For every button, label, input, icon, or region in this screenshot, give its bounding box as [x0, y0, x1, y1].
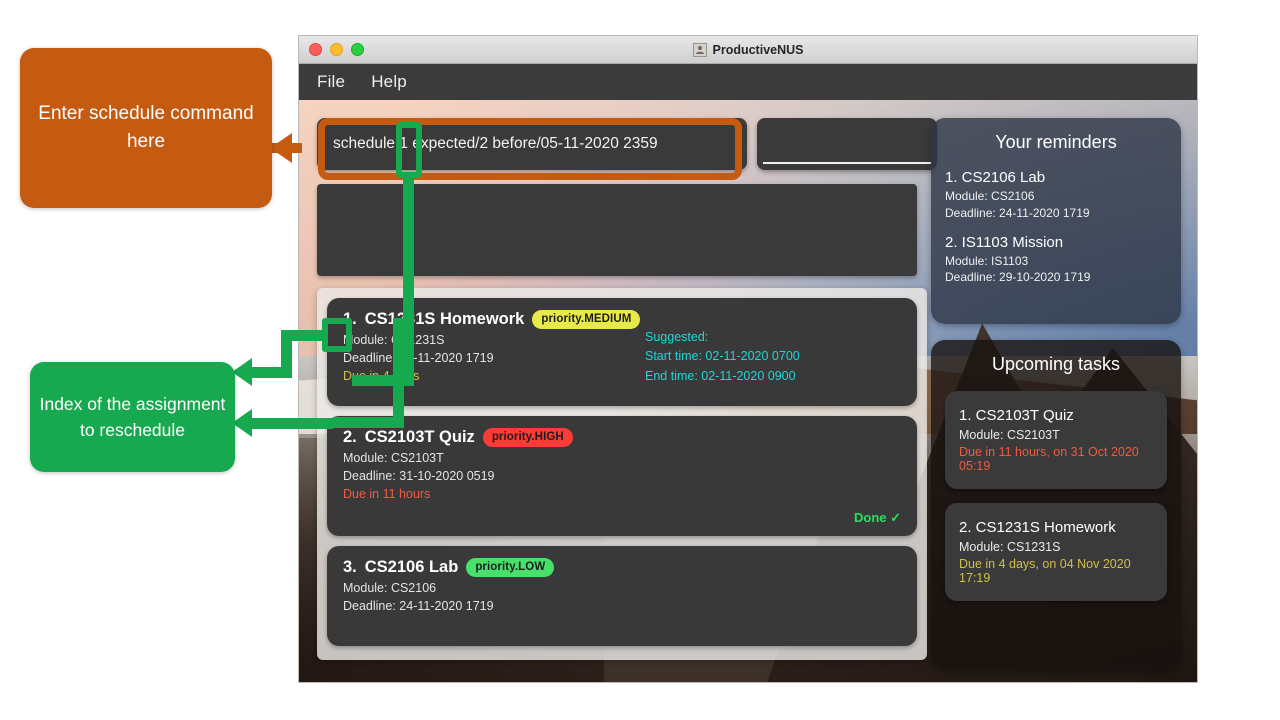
upcoming-task-module: Module: CS1231S [959, 540, 1061, 554]
priority-badge: priority.MEDIUM [532, 310, 641, 330]
window-title-bar: ProductiveNUS [299, 36, 1197, 64]
window-controls [309, 43, 364, 56]
green-connector-vertical [403, 178, 414, 386]
priority-badge: priority.HIGH [482, 428, 573, 448]
user-icon [692, 42, 707, 57]
suggested-end-time: End time: 02-11-2020 0900 [645, 368, 796, 383]
assignment-due: Due in 4 days [343, 369, 901, 383]
upcoming-tasks-title: Upcoming tasks [991, 354, 1121, 374]
reminder-item: 2. IS1103 Mission Module: IS1103 Deadlin… [945, 234, 1167, 287]
assignment-header: 3. CS2106 Lab priority.LOW [343, 558, 901, 578]
reminder-module: Module: IS1103 [945, 253, 1029, 268]
upcoming-task-title: 1. CS2103T Quiz [959, 407, 1074, 424]
green-connector-card-bottom [333, 417, 404, 428]
application-body: schedule 1 expected/2 before/05-11-2020 … [299, 100, 1197, 682]
maximize-button[interactable] [351, 43, 364, 56]
reminder-title: 2. IS1103 Mission [945, 233, 1064, 251]
assignment-title: CS2103T Quiz [364, 428, 475, 447]
suggested-header: Suggested: [645, 330, 709, 344]
assignment-module: Module: CS2106 [343, 581, 437, 596]
callout-index-explanation: Index of the assignment to reschedule [30, 362, 235, 472]
assignment-index: 2. [343, 428, 357, 447]
assignment-title: CS1231S Homework [364, 310, 525, 329]
assignment-module: Module: CS1231S [343, 333, 445, 348]
suggested-start-time: Start time: 02-11-2020 0700 [645, 349, 800, 364]
upcoming-task-due: Due in 11 hours, on 31 Oct 2020 05:19 [959, 445, 1139, 473]
green-arrow-head-upper [232, 358, 252, 386]
side-column: Your reminders 1. CS2106 Lab Module: CS2… [931, 118, 1181, 670]
callout-enter-command: Enter schedule command here [20, 48, 272, 208]
command-index-highlight [396, 122, 422, 178]
upcoming-tasks-panel: Upcoming tasks 1. CS2103T Quiz Module: C… [931, 340, 1181, 670]
upcoming-task-title: 2. CS1231S Homework [959, 519, 1116, 536]
assignment-due: Due in 11 hours [343, 487, 431, 502]
minimize-button[interactable] [330, 43, 343, 56]
assignment-card[interactable]: 2. CS2103T Quiz priority.HIGH Module: CS… [327, 416, 917, 536]
screenshot-stage: ProductiveNUS File Help schedule 1 expec… [0, 0, 1280, 720]
upcoming-task-card[interactable]: 2. CS1231S Homework Module: CS1231S Due … [945, 503, 1167, 601]
assignment-card[interactable]: 3. CS2106 Lab priority.LOW Module: CS210… [327, 546, 917, 646]
suggested-time-block: Suggested: Start time: 02-11-2020 0700 E… [645, 328, 800, 386]
orange-arrow-head [270, 133, 292, 163]
upcoming-task-card[interactable]: 1. CS2103T Quiz Module: CS2103T Due in 1… [945, 391, 1167, 489]
done-status-badge: Done ✓ [853, 510, 901, 525]
command-box-highlight [318, 118, 742, 180]
assignment-header: 1. CS1231S Homework priority.MEDIUM [343, 310, 901, 330]
assignment-deadline: Deadline: 31-10-2020 0519 [343, 469, 495, 484]
green-connector-card-right [393, 318, 404, 428]
assignment-header: 2. CS2103T Quiz priority.HIGH [343, 428, 901, 448]
reminder-deadline: Deadline: 24-11-2020 1719 [945, 205, 1090, 220]
upcoming-task-module: Module: CS2103T [959, 428, 1060, 442]
callout-index-explanation-label: Index of the assignment to reschedule [39, 393, 226, 440]
green-arrow-head-lower [232, 409, 252, 437]
green-arrow-shaft-lower [248, 418, 333, 429]
menu-bar: File Help [299, 64, 1197, 100]
window-title: ProductiveNUS [712, 42, 804, 57]
command-input-trailing-field[interactable] [757, 118, 937, 170]
assignment-index: 3. [343, 558, 357, 577]
menu-item-file[interactable]: File [317, 72, 345, 92]
close-button[interactable] [309, 43, 322, 56]
assignment-card[interactable]: 1. CS1231S Homework priority.MEDIUM Modu… [327, 298, 917, 406]
reminder-deadline: Deadline: 29-10-2020 1719 [945, 270, 1091, 285]
assignment-deadline: Deadline: 24-11-2020 1719 [343, 599, 494, 614]
assignment-title: CS2106 Lab [364, 558, 459, 577]
callout-enter-command-label: Enter schedule command here [38, 103, 254, 152]
reminder-module: Module: CS2106 [945, 189, 1035, 203]
upcoming-task-due: Due in 4 days, on 04 Nov 2020 17:19 [959, 557, 1131, 585]
assignment-deadline: Deadline: 04-11-2020 1719 [343, 351, 494, 366]
priority-badge: priority.LOW [466, 558, 555, 578]
assignment-module: Module: CS2103T [343, 451, 444, 466]
reminders-title: Your reminders [995, 132, 1117, 152]
green-connector-foot [352, 375, 414, 386]
reminders-panel: Your reminders 1. CS2106 Lab Module: CS2… [931, 118, 1181, 324]
menu-item-help[interactable]: Help [371, 72, 407, 92]
green-arrow-elbow-bottom [248, 367, 292, 378]
reminder-item: 1. CS2106 Lab Module: CS2106 Deadline: 2… [945, 169, 1167, 222]
window-title-group: ProductiveNUS [299, 36, 1197, 63]
reminder-title: 1. CS2106 Lab [945, 169, 1046, 186]
